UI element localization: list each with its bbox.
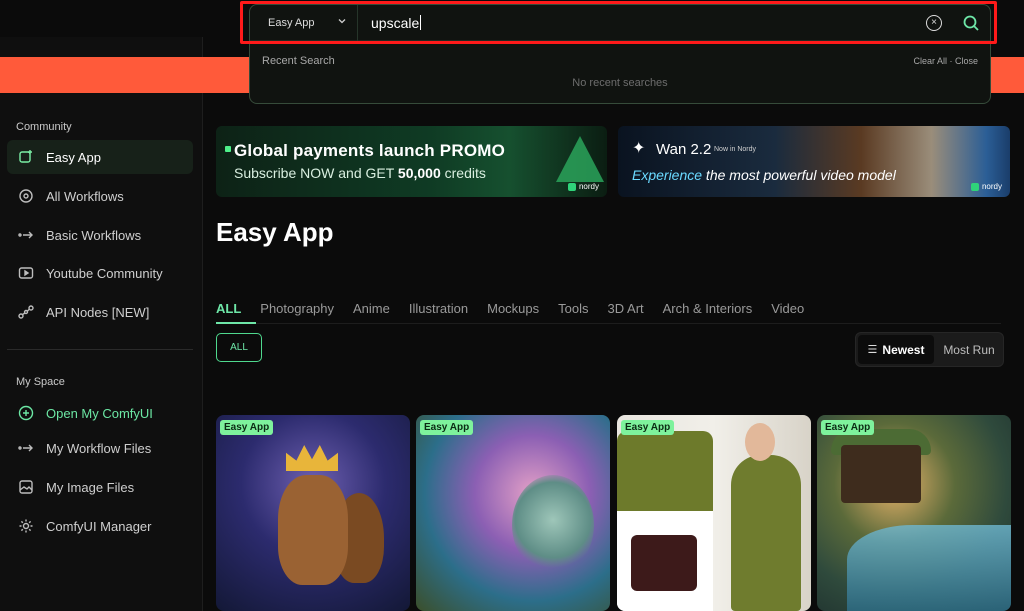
workflow-icon	[17, 187, 35, 205]
promo-banner[interactable]: Global payments launch PROMO Subscribe N…	[216, 126, 607, 197]
sidebar-item-label: Easy App	[46, 149, 101, 165]
card-art	[512, 475, 594, 575]
tab-mockups[interactable]: Mockups	[487, 301, 539, 316]
card-art	[278, 475, 348, 585]
easy-app-badge: Easy App	[420, 420, 474, 435]
banner-title: Wan 2.2	[656, 141, 712, 158]
tab-active-indicator	[216, 322, 256, 324]
wan-banner[interactable]: ✦ Wan 2.2 Now in Nordy Experience the mo…	[618, 126, 1010, 197]
sort-newest-button[interactable]: ☰ Newest	[858, 335, 934, 364]
text-caret	[420, 15, 422, 30]
sidebar-item-label: My Workflow Files	[46, 440, 152, 456]
image-icon	[17, 478, 35, 496]
tab-photography[interactable]: Photography	[260, 301, 334, 316]
search-scope-label: Easy App	[268, 17, 315, 29]
sidebar-item-all-workflows[interactable]: All Workflows	[7, 179, 193, 213]
card-art	[617, 431, 713, 511]
tab-all[interactable]: ALL	[216, 301, 241, 316]
card-art	[745, 423, 775, 461]
banner-subtitle: Subscribe NOW and GET 50,000 credits	[234, 165, 486, 181]
sidebar-item-label: Basic Workflows	[46, 227, 142, 243]
recent-search-label: Recent Search	[262, 55, 335, 67]
page-title: Easy App	[216, 217, 334, 247]
no-recent-searches: No recent searches	[572, 77, 668, 89]
tab-arch-interiors[interactable]: Arch & Interiors	[663, 301, 753, 316]
sidebar-item-basic-workflows[interactable]: Basic Workflows	[7, 218, 193, 252]
sidebar-item-youtube-community[interactable]: Youtube Community	[7, 256, 193, 290]
sort-toggle: ☰ Newest Most Run	[855, 332, 1004, 367]
banner-subtitle: Experience the most powerful video model	[632, 167, 896, 183]
easy-app-badge: Easy App	[621, 420, 675, 435]
tab-anime[interactable]: Anime	[353, 301, 390, 316]
main-content: Global payments launch PROMO Subscribe N…	[204, 93, 1024, 611]
app-window: Community Easy App All Workflows Basic W…	[0, 0, 1024, 611]
app-card[interactable]: Easy App	[617, 415, 811, 611]
sidebar-item-api-nodes[interactable]: API Nodes [NEW]	[7, 295, 193, 329]
tab-illustration[interactable]: Illustration	[409, 301, 468, 316]
sidebar-divider	[7, 349, 193, 350]
category-tabs: ALL Photography Anime Illustration Mocku…	[216, 301, 823, 316]
card-art	[847, 525, 1011, 611]
search-bar: Easy App upscale ×	[250, 5, 990, 41]
filter-pill-all[interactable]: ALL	[216, 333, 262, 362]
bullet-icon	[225, 146, 231, 152]
sort-newest-label: Newest	[882, 342, 925, 357]
prism-graphic	[556, 136, 604, 182]
sidebar-item-open-my-comfyui[interactable]: Open My ComfyUI	[7, 396, 193, 430]
search-icon[interactable]	[962, 14, 980, 32]
sidebar-item-label: Youtube Community	[46, 265, 163, 281]
video-play-icon	[17, 264, 35, 282]
easy-app-badge: Easy App	[220, 420, 274, 435]
app-card[interactable]: Easy App	[817, 415, 1011, 611]
card-art	[841, 445, 921, 503]
myspace-heading: My Space	[16, 376, 65, 388]
card-art	[631, 535, 697, 591]
banner-tag: Now in Nordy	[714, 146, 757, 153]
card-art	[731, 455, 801, 611]
search-scope-select[interactable]: Easy App	[250, 5, 358, 41]
sidebar-item-label: API Nodes [NEW]	[46, 304, 150, 320]
chevron-down-icon	[337, 16, 347, 29]
easy-app-badge: Easy App	[821, 420, 875, 435]
banner-title: Global payments launch PROMO	[234, 141, 506, 160]
crown-art	[286, 445, 338, 471]
plus-circle-icon	[17, 404, 35, 422]
search-dropdown: Easy App upscale × Recent Search Clear A…	[249, 4, 991, 104]
tab-tools[interactable]: Tools	[558, 301, 588, 316]
sidebar-item-comfyui-manager[interactable]: ComfyUI Manager	[7, 509, 193, 543]
star-logo-icon: ✦	[632, 140, 646, 157]
sidebar-top	[0, 37, 203, 57]
app-card[interactable]: Easy App	[416, 415, 610, 611]
tab-3d-art[interactable]: 3D Art	[608, 301, 644, 316]
sidebar-item-label: Open My ComfyUI	[46, 405, 153, 421]
community-heading: Community	[16, 121, 72, 133]
sidebar-item-label: ComfyUI Manager	[46, 518, 152, 534]
sidebar-item-my-image-files[interactable]: My Image Files	[7, 470, 193, 504]
sidebar-item-label: My Image Files	[46, 479, 135, 495]
nordy-logo: nordy	[970, 182, 1002, 191]
sparkle-icon	[17, 148, 35, 166]
sidebar-item-easy-app[interactable]: Easy App	[7, 140, 193, 174]
sort-most-run-button[interactable]: Most Run	[936, 335, 1002, 364]
arrow-right-icon	[17, 439, 35, 457]
recent-search-actions[interactable]: Clear All · Close	[913, 56, 978, 66]
app-card[interactable]: Easy App	[216, 415, 410, 611]
tab-video[interactable]: Video	[771, 301, 804, 316]
nodes-icon	[17, 303, 35, 321]
tab-divider	[216, 323, 1001, 324]
sidebar-item-my-workflow-files[interactable]: My Workflow Files	[7, 431, 193, 465]
sort-lines-icon: ☰	[867, 344, 878, 356]
arrow-right-icon	[17, 226, 35, 244]
sidebar: Community Easy App All Workflows Basic W…	[0, 93, 203, 611]
sidebar-item-label: All Workflows	[46, 188, 124, 204]
gear-icon	[17, 517, 35, 535]
clear-search-icon[interactable]: ×	[926, 15, 942, 31]
nordy-logo: nordy	[567, 182, 599, 191]
search-input[interactable]: upscale	[371, 15, 422, 31]
